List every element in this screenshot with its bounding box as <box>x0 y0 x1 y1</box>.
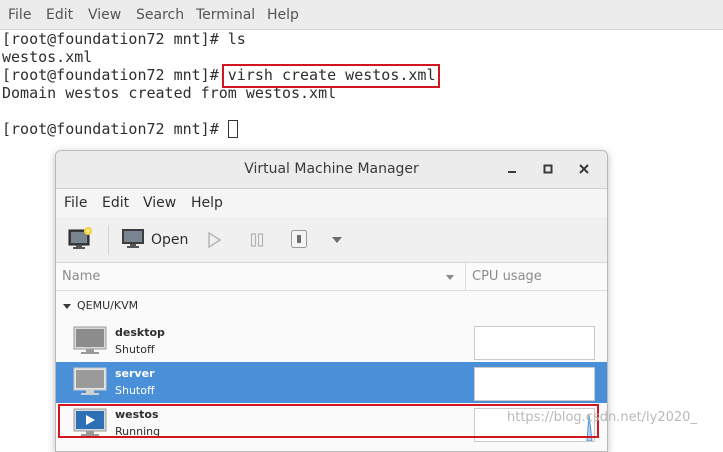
monitor-icon <box>122 229 144 248</box>
vm-status: Shutoff <box>115 384 155 397</box>
new-vm-icon <box>68 227 92 249</box>
vmm-toolbar: Open <box>56 217 607 263</box>
new-vm-button[interactable] <box>68 227 94 255</box>
terminal-menu-help[interactable]: Help <box>267 7 299 23</box>
connection-group[interactable]: QEMU/KVM <box>56 293 607 317</box>
terminal-menubar: File Edit View Search Terminal Help <box>0 0 723 30</box>
run-button[interactable] <box>206 231 222 253</box>
sort-icon[interactable] <box>446 275 454 280</box>
window-titlebar[interactable]: Virtual Machine Manager <box>56 151 607 189</box>
vm-screen-icon <box>73 367 107 401</box>
terminal-line: [root@foundation72 mnt]# <box>2 120 238 138</box>
column-cpu-usage[interactable]: CPU usage <box>472 269 542 284</box>
open-button[interactable] <box>121 228 145 254</box>
power-icon <box>291 230 307 248</box>
vmm-menu-file[interactable]: File <box>64 195 87 211</box>
toolbar-separator <box>108 225 109 255</box>
watermark: https://blog.csdn.net/ly2020_ <box>507 410 697 425</box>
expander-icon[interactable] <box>63 304 71 309</box>
terminal-menu-file[interactable]: File <box>8 7 31 23</box>
cpu-usage-graph <box>474 367 595 401</box>
terminal-line: [root@foundation72 mnt]# ls <box>2 30 246 48</box>
pause-icon <box>250 233 264 247</box>
shutdown-button[interactable] <box>290 229 308 253</box>
play-icon <box>208 231 222 249</box>
terminal-menu-edit[interactable]: Edit <box>46 7 73 23</box>
vmm-menu-edit[interactable]: Edit <box>102 195 129 211</box>
vm-list-header: Name CPU usage <box>56 263 607 291</box>
vm-row-desktop[interactable]: desktop Shutoff <box>56 321 607 362</box>
vm-name: server <box>115 367 155 380</box>
terminal-line: westos.xml <box>2 48 93 66</box>
column-divider[interactable] <box>465 263 466 291</box>
terminal-menu-view[interactable]: View <box>88 7 121 23</box>
terminal-cursor <box>227 120 238 138</box>
vmm-menu-help[interactable]: Help <box>191 195 223 211</box>
minimize-icon[interactable] <box>504 161 520 177</box>
pause-button[interactable] <box>249 231 265 253</box>
vmm-menu-view[interactable]: View <box>143 195 176 211</box>
chevron-down-icon[interactable] <box>332 237 342 243</box>
vm-status: Shutoff <box>115 343 155 356</box>
vm-row-server[interactable]: server Shutoff <box>56 362 607 403</box>
maximize-icon[interactable] <box>540 161 556 177</box>
vm-name: desktop <box>115 326 165 339</box>
terminal-prompt: [root@foundation72 mnt]# <box>2 66 228 84</box>
open-button-label[interactable]: Open <box>151 232 188 248</box>
command-highlight-box <box>222 64 440 88</box>
terminal-menu-search[interactable]: Search <box>136 7 184 23</box>
vm-screen-icon <box>73 326 107 360</box>
terminal-menu-terminal[interactable]: Terminal <box>196 7 255 23</box>
vmm-menubar: File Edit View Help <box>56 189 607 217</box>
column-name[interactable]: Name <box>62 269 100 284</box>
connection-label: QEMU/KVM <box>77 299 139 312</box>
close-icon[interactable] <box>576 161 592 177</box>
terminal-prompt: [root@foundation72 mnt]# <box>2 120 228 138</box>
cpu-usage-graph <box>474 326 595 360</box>
window-title: Virtual Machine Manager <box>244 161 419 177</box>
